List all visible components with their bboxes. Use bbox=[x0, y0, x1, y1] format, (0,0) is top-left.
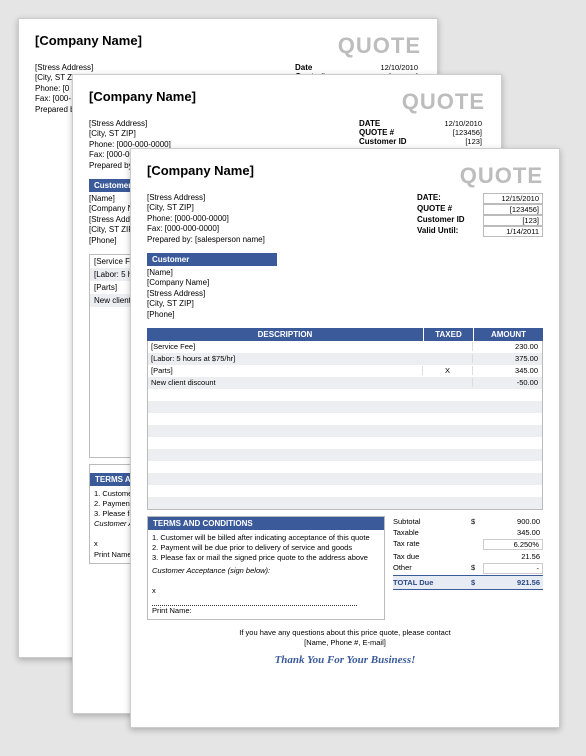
table-row bbox=[148, 473, 542, 485]
company-name: [Company Name] bbox=[147, 163, 254, 178]
cell-description: [Labor: 5 hours at $75/hr] bbox=[148, 354, 422, 363]
table-row bbox=[148, 497, 542, 509]
thank-you: Thank You For Your Business! bbox=[147, 653, 543, 668]
col-amount: AMOUNT bbox=[473, 328, 543, 341]
customer-id-value: [123] bbox=[483, 215, 543, 226]
col-taxed: TAXED bbox=[423, 328, 473, 341]
date-label: DATE: bbox=[417, 193, 477, 204]
table-row bbox=[148, 413, 542, 425]
taxdue-label: Tax due bbox=[393, 552, 471, 561]
quote-num-label: QUOTE # bbox=[417, 204, 477, 215]
table-row: New client discount -50.00 bbox=[148, 377, 542, 389]
cell-taxed: X bbox=[422, 366, 472, 375]
subtotal-value: 900.00 bbox=[483, 517, 543, 526]
subtotal-label: Subtotal bbox=[393, 517, 471, 526]
terms-header: TERMS AND CONDITIONS bbox=[148, 517, 384, 530]
print-name-label: Print Name: bbox=[152, 606, 380, 616]
table-row bbox=[148, 425, 542, 437]
acceptance-line: Customer Acceptance (sign below): bbox=[152, 566, 380, 576]
taxrate-value: 6.250% bbox=[483, 539, 543, 550]
cell-amount: 230.00 bbox=[472, 342, 542, 351]
valid-until-value: 1/14/2011 bbox=[483, 226, 543, 237]
terms-line: 2. Payment will be due prior to delivery… bbox=[152, 543, 380, 553]
meta-block: DATE12/10/2010 QUOTE #[123456] Customer … bbox=[359, 119, 485, 146]
taxable-value: 345.00 bbox=[483, 528, 543, 537]
table-row bbox=[148, 461, 542, 473]
cell-amount: -50.00 bbox=[472, 378, 542, 387]
cell-amount: 345.00 bbox=[472, 366, 542, 375]
table-row bbox=[148, 485, 542, 497]
line-items-header: DESCRIPTION TAXED AMOUNT bbox=[147, 328, 543, 341]
taxable-label: Taxable bbox=[393, 528, 471, 537]
table-row: [Labor: 5 hours at $75/hr] 375.00 bbox=[148, 353, 542, 365]
col-description: DESCRIPTION bbox=[147, 328, 423, 341]
cell-description: New client discount bbox=[148, 378, 422, 387]
quote-title: QUOTE bbox=[460, 163, 543, 189]
quote-title: QUOTE bbox=[338, 33, 421, 59]
customer-header: Customer bbox=[147, 253, 277, 266]
signature-x: x bbox=[152, 586, 380, 596]
taxdue-value: 21.56 bbox=[483, 552, 543, 561]
other-value: - bbox=[483, 563, 543, 574]
total-value: 921.56 bbox=[483, 578, 543, 587]
totals-block: Subtotal$900.00 Taxable345.00 Tax rate6.… bbox=[393, 516, 543, 620]
customer-id-label: Customer ID bbox=[417, 215, 477, 226]
company-name: [Company Name] bbox=[35, 33, 142, 48]
terms-line: 3. Please fax or mail the signed price q… bbox=[152, 553, 380, 563]
table-row: [Service Fee] 230.00 bbox=[148, 341, 542, 353]
taxrate-label: Tax rate bbox=[393, 539, 471, 550]
footer: If you have any questions about this pri… bbox=[147, 628, 543, 668]
date-value: 12/15/2010 bbox=[483, 193, 543, 204]
terms-box: TERMS AND CONDITIONS 1. Customer will be… bbox=[147, 516, 385, 620]
table-row bbox=[148, 437, 542, 449]
table-row bbox=[148, 401, 542, 413]
customer-block: [Name] [Company Name] [Stress Address] [… bbox=[147, 268, 543, 320]
quote-num-value: [123456] bbox=[483, 204, 543, 215]
table-row bbox=[148, 449, 542, 461]
meta-block: DATE: 12/15/2010 QUOTE # [123456] Customer… bbox=[417, 193, 543, 237]
table-row: [Parts]X345.00 bbox=[148, 365, 542, 377]
cell-description: [Parts] bbox=[148, 366, 422, 375]
quote-page-front: [Company Name] QUOTE [Stress Address] [C… bbox=[130, 148, 560, 728]
address-block: [Stress Address] [City, ST ZIP] Phone: [… bbox=[147, 193, 265, 245]
line-items-body: [Service Fee] 230.00 [Labor: 5 hours at $7… bbox=[147, 341, 543, 510]
company-name: [Company Name] bbox=[89, 89, 196, 104]
valid-until-label: Valid Until: bbox=[417, 226, 477, 237]
cell-amount: 375.00 bbox=[472, 354, 542, 363]
other-label: Other bbox=[393, 563, 471, 574]
quote-title: QUOTE bbox=[402, 89, 485, 115]
terms-line: 1. Customer will be billed after indicat… bbox=[152, 533, 380, 543]
total-label: TOTAL Due bbox=[393, 578, 471, 587]
cell-description: [Service Fee] bbox=[148, 342, 422, 351]
table-row bbox=[148, 389, 542, 401]
